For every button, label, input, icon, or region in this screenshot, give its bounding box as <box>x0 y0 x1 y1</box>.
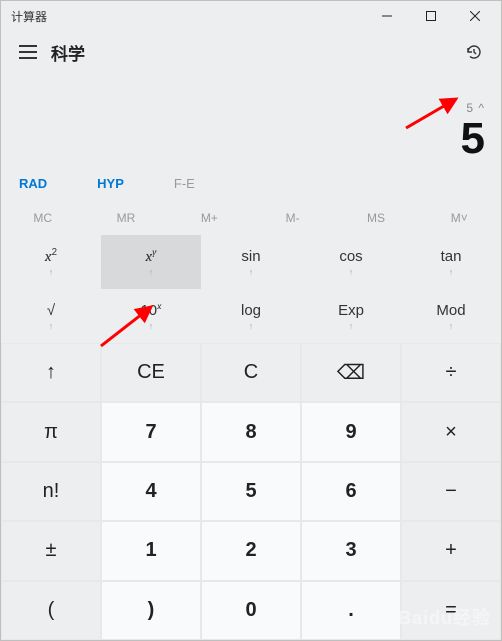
shift-indicator: ↑ <box>449 321 454 331</box>
key-([interactable]: ( <box>1 581 101 640</box>
func-button[interactable]: sin ↑ <box>201 235 301 289</box>
func-label: sin <box>241 248 260 265</box>
key-)[interactable]: ) <box>101 581 201 640</box>
display: 5 ^ 5 <box>1 73 501 165</box>
func-button[interactable]: Mod ↑ <box>401 289 501 343</box>
ms-button[interactable]: MS <box>334 201 417 235</box>
key-6[interactable]: 6 <box>301 462 401 521</box>
shift-indicator: ↑ <box>449 267 454 277</box>
key-7[interactable]: 7 <box>101 402 201 461</box>
mr-button[interactable]: MR <box>84 201 167 235</box>
shift-indicator: ↑ <box>349 267 354 277</box>
func-button[interactable]: 10x ↑ <box>101 289 201 343</box>
key-+[interactable]: + <box>401 521 501 580</box>
func-label: x2 <box>45 247 57 265</box>
display-result: 5 <box>17 117 485 161</box>
func-button[interactable]: log ↑ <box>201 289 301 343</box>
func-button[interactable]: tan ↑ <box>401 235 501 289</box>
func-label: 10x <box>140 301 161 319</box>
titlebar: 计算器 <box>1 1 501 31</box>
mlist-button[interactable]: M˅ <box>418 201 501 235</box>
header: 科学 <box>1 31 501 73</box>
func-button[interactable]: x2 ↑ <box>1 235 101 289</box>
display-expression: 5 ^ <box>17 101 485 117</box>
key-↑[interactable]: ↑ <box>1 343 101 402</box>
key-4[interactable]: 4 <box>101 462 201 521</box>
window-title: 计算器 <box>11 8 365 25</box>
key-0[interactable]: 0 <box>201 581 301 640</box>
key-.[interactable]: . <box>301 581 401 640</box>
key-⌫[interactable]: ⌫ <box>301 343 401 402</box>
shift-indicator: ↑ <box>49 267 54 277</box>
func-label: Mod <box>436 302 465 319</box>
shift-indicator: ↑ <box>249 267 254 277</box>
calculator-window: 计算器 科学 5 ^ 5 RAD HYP F-E MC MR M+ M- MS … <box>0 0 502 641</box>
key-9[interactable]: 9 <box>301 402 401 461</box>
shift-indicator: ↑ <box>149 321 154 331</box>
func-button[interactable]: xy ↑ <box>101 235 201 289</box>
close-button[interactable] <box>453 1 497 31</box>
key-÷[interactable]: ÷ <box>401 343 501 402</box>
menu-button[interactable] <box>11 35 45 69</box>
key-5[interactable]: 5 <box>201 462 301 521</box>
key-CE[interactable]: CE <box>101 343 201 402</box>
func-button[interactable]: cos ↑ <box>301 235 401 289</box>
function-grid: x2↑xy↑sin↑cos↑tan↑√↑10x↑log↑Exp↑Mod↑ <box>1 235 501 343</box>
func-label: xy <box>146 247 157 265</box>
key-±[interactable]: ± <box>1 521 101 580</box>
shift-indicator: ↑ <box>349 321 354 331</box>
shift-indicator: ↑ <box>249 321 254 331</box>
keypad: ↑CEC⌫÷π789×n!456−±123+()0.= <box>1 343 501 640</box>
func-button[interactable]: √↑ <box>1 289 101 343</box>
key-C[interactable]: C <box>201 343 301 402</box>
shift-indicator: ↑ <box>49 321 54 331</box>
func-label: cos <box>339 248 362 265</box>
func-label: √ <box>47 302 55 319</box>
watermark: Baidu经验 <box>398 604 491 630</box>
key-×[interactable]: × <box>401 402 501 461</box>
mode-title: 科学 <box>51 40 85 65</box>
rad-button[interactable]: RAD <box>19 176 47 191</box>
mode-row: RAD HYP F-E <box>1 165 501 201</box>
key-−[interactable]: − <box>401 462 501 521</box>
key-2[interactable]: 2 <box>201 521 301 580</box>
shift-indicator: ↑ <box>149 267 154 277</box>
key-3[interactable]: 3 <box>301 521 401 580</box>
fe-button[interactable]: F-E <box>174 176 195 191</box>
mplus-button[interactable]: M+ <box>168 201 251 235</box>
func-label: log <box>241 302 261 319</box>
hyp-button[interactable]: HYP <box>97 176 124 191</box>
mc-button[interactable]: MC <box>1 201 84 235</box>
key-n![interactable]: n! <box>1 462 101 521</box>
maximize-button[interactable] <box>409 1 453 31</box>
func-label: Exp <box>338 302 364 319</box>
history-button[interactable] <box>457 35 491 69</box>
key-π[interactable]: π <box>1 402 101 461</box>
key-8[interactable]: 8 <box>201 402 301 461</box>
memory-row: MC MR M+ M- MS M˅ <box>1 201 501 235</box>
mminus-button[interactable]: M- <box>251 201 334 235</box>
func-button[interactable]: Exp ↑ <box>301 289 401 343</box>
key-1[interactable]: 1 <box>101 521 201 580</box>
minimize-button[interactable] <box>365 1 409 31</box>
func-label: tan <box>441 248 462 265</box>
